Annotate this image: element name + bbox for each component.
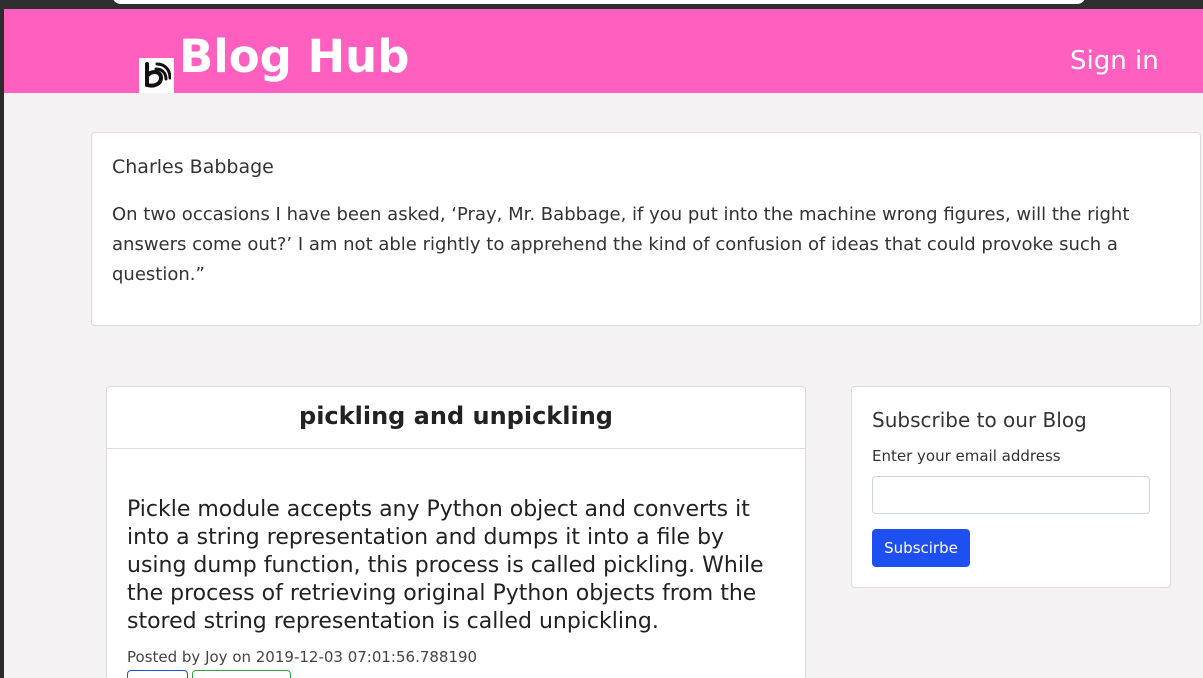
browser-address-bar[interactable] [112,0,1086,4]
brand-title[interactable]: Blog Hub [179,31,409,83]
blogger-icon[interactable] [139,58,174,93]
post-body: Pickle module accepts any Python object … [127,497,764,634]
post-action-button[interactable] [127,670,188,678]
post-header: pickling and unpickling [107,387,805,449]
quote-text: On two occasions I have been asked, ‘Pra… [112,204,1130,285]
post-action-button-2[interactable] [192,670,291,678]
subscribe-button[interactable]: Subscirbe [872,529,970,567]
email-field[interactable] [872,476,1150,514]
quote-author: Charles Babbage [112,156,274,178]
post-meta: Posted by Joy on 2019-12-03 07:01:56.788… [127,648,478,666]
navbar: Blog Hub Sign in [4,9,1203,93]
page: Blog Hub Sign in Charles Babbage On two … [4,9,1203,678]
email-label: Enter your email address [872,447,1061,465]
browser-top-strip [0,0,1203,9]
post-title[interactable]: pickling and unpickling [299,401,613,431]
subscribe-title: Subscribe to our Blog [872,408,1087,432]
subscribe-card: Subscribe to our Blog Enter your email a… [851,386,1171,588]
post-card: pickling and unpickling Pickle module ac… [106,386,806,678]
quote-card: Charles Babbage On two occasions I have … [91,132,1201,326]
sign-in-link[interactable]: Sign in [1070,45,1159,77]
